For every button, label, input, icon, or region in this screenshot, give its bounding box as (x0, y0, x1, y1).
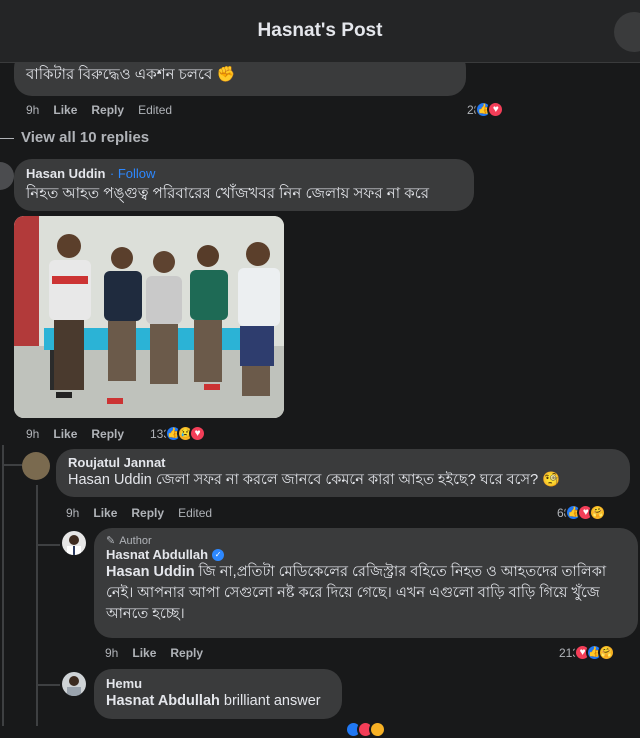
reaction-summary[interactable]: 133 👍 😢 ♥ (150, 425, 207, 442)
care-reaction-icon: 🤗 (589, 504, 607, 521)
reply-button[interactable]: Reply (91, 427, 124, 441)
comment-time: 9h (26, 427, 40, 441)
author-label: Author (119, 534, 152, 547)
thread-branch (36, 544, 60, 546)
comment-text: brilliant answer (223, 693, 321, 709)
comment-actions-top: 9h Like Reply Edited (26, 103, 172, 117)
fist-emoji-icon: ✊ (216, 66, 236, 83)
view-replies-link[interactable]: View all 10 replies (21, 129, 149, 146)
mention-link[interactable]: Hasnat Abdullah (106, 693, 220, 709)
comment-time: 9h (105, 646, 119, 660)
comment-bubble-hasnat: ✎ Author Hasnat Abdullah ✓ Hasan Uddin জ… (94, 528, 638, 638)
comment-time: 9h (26, 103, 40, 117)
reaction-summary-partial[interactable] (345, 721, 386, 738)
comment-text: বাকিটার বিরুদ্ধেও একশন চলবে (26, 66, 213, 83)
post-header: Hasnat's Post (0, 0, 640, 63)
mention-link[interactable]: Hasan Uddin (106, 564, 195, 580)
comment-photo[interactable] (14, 216, 284, 418)
thread-connector (0, 138, 14, 139)
reply-button[interactable]: Reply (131, 506, 164, 520)
author-badge: ✎ Author (106, 534, 626, 548)
comment-actions-hasnat: 9h Like Reply (105, 646, 203, 660)
haha-reaction-icon (369, 721, 386, 738)
reply-button[interactable]: Reply (170, 646, 203, 660)
comment-actions-hasan: 9h Like Reply (26, 427, 124, 441)
thread-line (2, 445, 4, 726)
like-button[interactable]: Like (93, 506, 117, 520)
comment-bubble-hasan: Hasan Uddin · Follow নিহত আহত পঙ্গুত্ব প… (14, 159, 474, 211)
commenter-name[interactable]: Hasan Uddin (26, 166, 105, 181)
thinking-emoji-icon: 🧐 (542, 472, 561, 488)
follow-link[interactable]: · Follow (110, 166, 156, 181)
like-button[interactable]: Like (132, 646, 156, 660)
verified-badge-icon: ✓ (212, 548, 225, 561)
comment-text: Hasan Uddin জেলা সফর না করলে জানবে কেমনে… (68, 472, 539, 488)
close-button[interactable] (614, 12, 640, 52)
commenter-name[interactable]: Hemu (106, 676, 330, 691)
thread-branch (2, 464, 22, 466)
reaction-summary[interactable]: 68 👍 ♥ 🤗 (557, 504, 607, 521)
avatar[interactable] (62, 672, 86, 696)
like-button[interactable]: Like (53, 103, 77, 117)
edited-label: Edited (178, 506, 213, 520)
comment-bubble-roujatul: Roujatul Jannat Hasan Uddin জেলা সফর না … (56, 449, 630, 497)
thread-branch (36, 684, 60, 686)
pen-icon: ✎ (106, 535, 116, 547)
commenter-name[interactable]: Hasnat Abdullah (106, 547, 208, 562)
comment-time: 9h (66, 506, 80, 520)
care-reaction-icon: 🤗 (598, 644, 616, 661)
avatar[interactable] (0, 162, 14, 190)
commenter-name[interactable]: Roujatul Jannat (68, 455, 618, 470)
comment-text: নিহত আহত পঙ্গুত্ব পরিবারের খোঁজখবর নিন জ… (26, 185, 430, 202)
comment-actions-roujatul: 9h Like Reply Edited (66, 506, 212, 520)
avatar[interactable] (62, 531, 86, 555)
page-title: Hasnat's Post (257, 20, 383, 41)
reaction-summary[interactable]: 213 ♥ 👍 🤗 (559, 644, 616, 661)
like-button[interactable]: Like (53, 427, 77, 441)
edited-label: Edited (138, 103, 173, 117)
thread-line (36, 485, 38, 726)
love-reaction-icon: ♥ (189, 425, 207, 442)
reply-button[interactable]: Reply (91, 103, 124, 117)
avatar[interactable] (22, 452, 50, 480)
love-reaction-icon: ♥ (487, 101, 505, 118)
comment-bubble-hemu: Hemu Hasnat Abdullah brilliant answer (94, 669, 342, 719)
reaction-summary[interactable]: 28 👍 ♥ (467, 101, 505, 118)
